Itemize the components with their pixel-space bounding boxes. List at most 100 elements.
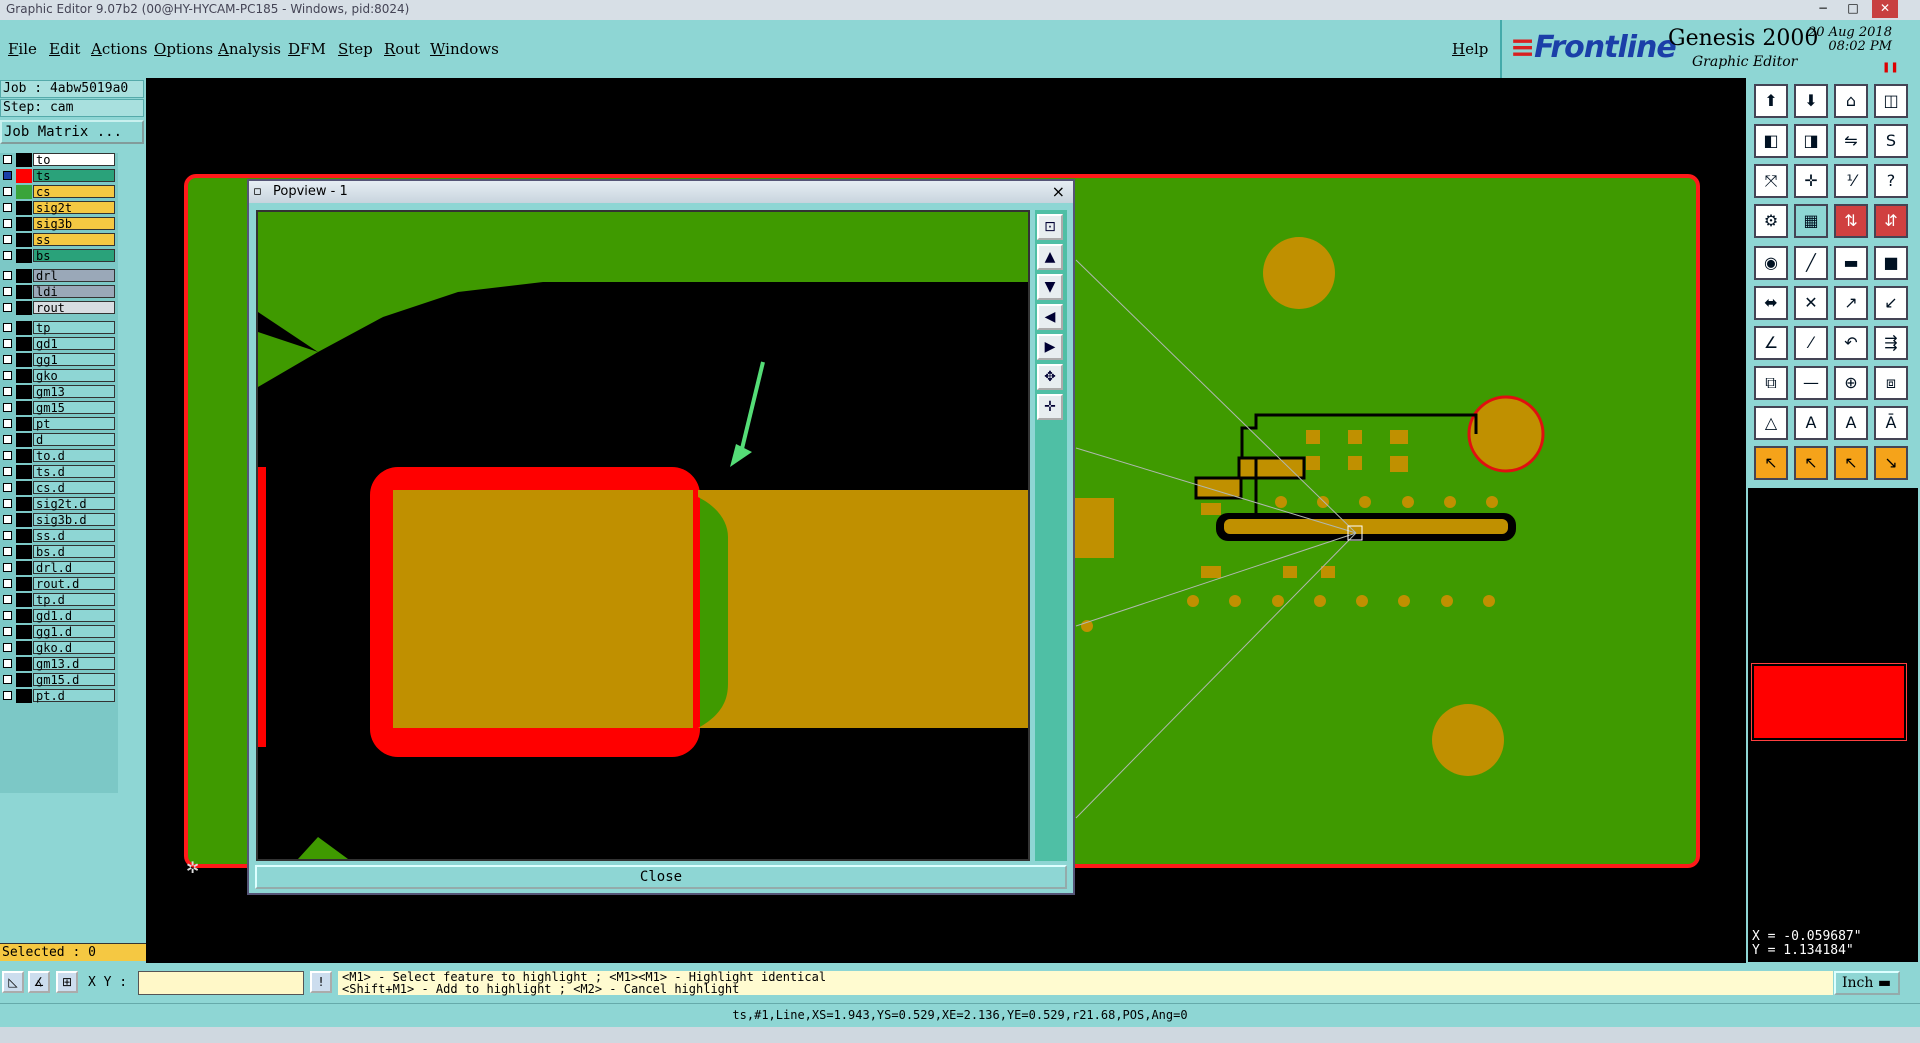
- layer-row-ldi[interactable]: ldi: [0, 285, 118, 299]
- layer-name[interactable]: cs.d: [33, 481, 115, 495]
- layer-color-swatch[interactable]: [16, 417, 32, 431]
- layer-row-gm15-d[interactable]: gm15.d: [0, 673, 118, 687]
- center-mark-icon[interactable]: ⊕: [1834, 366, 1868, 400]
- layer-color-swatch[interactable]: [16, 641, 32, 655]
- layer-name[interactable]: to: [33, 153, 115, 167]
- layer-name[interactable]: d: [33, 433, 115, 447]
- layer-color-swatch[interactable]: [16, 593, 32, 607]
- layer-name[interactable]: gm13: [33, 385, 115, 399]
- zoom-in-icon[interactable]: ▲: [1037, 244, 1063, 270]
- layer-checkbox[interactable]: [3, 451, 12, 460]
- layer-name[interactable]: pt.d: [33, 689, 115, 703]
- layer-row-gd1-d[interactable]: gd1.d: [0, 609, 118, 623]
- layer-checkbox[interactable]: [3, 531, 12, 540]
- layer-color-swatch[interactable]: [16, 385, 32, 399]
- triangle-red-icon[interactable]: △: [1754, 406, 1788, 440]
- menu-actions[interactable]: Actions: [91, 40, 147, 58]
- layer-checkbox[interactable]: [3, 627, 12, 636]
- select-pointer-multi-icon[interactable]: ↘: [1874, 446, 1908, 480]
- layer-name[interactable]: rout.d: [33, 577, 115, 591]
- layer-checkbox[interactable]: [3, 339, 12, 348]
- layer-color-swatch[interactable]: [16, 185, 32, 199]
- snap-icon[interactable]: S: [1874, 124, 1908, 158]
- grid-toggle-icon[interactable]: ⊞: [56, 971, 78, 993]
- layer-name[interactable]: rout: [33, 301, 115, 315]
- zoom-home-icon[interactable]: ✥: [1037, 364, 1063, 390]
- layer-name[interactable]: sig2t.d: [33, 497, 115, 511]
- layer-row-gm15[interactable]: gm15: [0, 401, 118, 415]
- resize-icon[interactable]: ⧉: [1754, 366, 1788, 400]
- layer-color-swatch[interactable]: [16, 577, 32, 591]
- pause-icon[interactable]: ❚❚: [1882, 62, 1899, 73]
- layer-checkbox[interactable]: [3, 355, 12, 364]
- layer-name[interactable]: bs.d: [33, 545, 115, 559]
- layer-row-gd1[interactable]: gd1: [0, 337, 118, 351]
- menu-options[interactable]: Options: [154, 40, 213, 58]
- layer-name[interactable]: cs: [33, 185, 115, 199]
- layer-row-drl-d[interactable]: drl.d: [0, 561, 118, 575]
- job-matrix-button[interactable]: Job Matrix ...: [0, 120, 144, 144]
- menu-help[interactable]: Help: [1452, 40, 1488, 58]
- angle-icon[interactable]: ∠: [1754, 326, 1788, 360]
- layer-color-swatch[interactable]: [16, 529, 32, 543]
- zoom-out-icon[interactable]: ▼: [1037, 274, 1063, 300]
- layer-checkbox[interactable]: [3, 675, 12, 684]
- layer-name[interactable]: drl.d: [33, 561, 115, 575]
- layer-row-gko-d[interactable]: gko.d: [0, 641, 118, 655]
- slope-icon[interactable]: ⁄: [1794, 326, 1828, 360]
- layer-name[interactable]: gd1.d: [33, 609, 115, 623]
- layer-checkbox[interactable]: [3, 579, 12, 588]
- layer-color-swatch[interactable]: [16, 657, 32, 671]
- layer-checkbox[interactable]: [3, 691, 12, 700]
- overview-pane[interactable]: [1748, 488, 1918, 928]
- layer-row-rout-d[interactable]: rout.d: [0, 577, 118, 591]
- move-icon[interactable]: ↗: [1834, 286, 1868, 320]
- layer-row-ts-d[interactable]: ts.d: [0, 465, 118, 479]
- pan-left-icon[interactable]: ◧: [1754, 124, 1788, 158]
- layer-checkbox[interactable]: [3, 219, 12, 228]
- measure-angle-icon[interactable]: ∡: [28, 971, 50, 993]
- layer-row-gko[interactable]: gko: [0, 369, 118, 383]
- copy-icon[interactable]: ↙: [1874, 286, 1908, 320]
- layer-color-swatch[interactable]: [16, 217, 32, 231]
- zoom-out-icon[interactable]: ⬇: [1794, 84, 1828, 118]
- layer-row-to[interactable]: to: [0, 153, 118, 167]
- layer-color-swatch[interactable]: [16, 497, 32, 511]
- layer-color-swatch[interactable]: [16, 513, 32, 527]
- select-pointer-red-icon[interactable]: ↖: [1834, 446, 1868, 480]
- close-window-button[interactable]: ✕: [1872, 0, 1898, 18]
- select-pointer-box-icon[interactable]: ↖: [1794, 446, 1828, 480]
- layer-checkbox[interactable]: [3, 563, 12, 572]
- ruler-icon[interactable]: ▬: [1834, 246, 1868, 280]
- layer-row-rout[interactable]: rout: [0, 301, 118, 315]
- layer-checkbox[interactable]: [3, 155, 12, 164]
- menu-rout[interactable]: Rout: [384, 40, 420, 58]
- layer-color-swatch[interactable]: [16, 285, 32, 299]
- shapes-icon[interactable]: ⧈: [1874, 366, 1908, 400]
- align-icon[interactable]: ⇶: [1874, 326, 1908, 360]
- layer-name[interactable]: tp: [33, 321, 115, 335]
- add-pad-icon[interactable]: ◉: [1754, 246, 1788, 280]
- layer-color-swatch[interactable]: [16, 337, 32, 351]
- layer-checkbox[interactable]: [3, 387, 12, 396]
- layer-name[interactable]: ts.d: [33, 465, 115, 479]
- pan-right-icon[interactable]: ◨: [1794, 124, 1828, 158]
- maximize-button[interactable]: □: [1840, 0, 1866, 18]
- layer-checkbox[interactable]: [3, 323, 12, 332]
- layer-checkbox[interactable]: [3, 643, 12, 652]
- layer-row-bs[interactable]: bs: [0, 249, 118, 263]
- layer-name[interactable]: gg1: [33, 353, 115, 367]
- layer-checkbox[interactable]: [3, 287, 12, 296]
- layer-color-swatch[interactable]: [16, 201, 32, 215]
- layer-row-d[interactable]: d: [0, 433, 118, 447]
- help-icon[interactable]: ?: [1874, 164, 1908, 198]
- layer-row-gg1-d[interactable]: gg1.d: [0, 625, 118, 639]
- line-icon[interactable]: —: [1794, 366, 1828, 400]
- xy-input[interactable]: [138, 971, 304, 995]
- add-line-icon[interactable]: ╱: [1794, 246, 1828, 280]
- layer-row-sig2t-d[interactable]: sig2t.d: [0, 497, 118, 511]
- layer-checkbox[interactable]: [3, 203, 12, 212]
- snap-grid-icon[interactable]: ◺: [2, 971, 24, 993]
- layer-checkbox[interactable]: [3, 659, 12, 668]
- layer-checkbox[interactable]: [3, 547, 12, 556]
